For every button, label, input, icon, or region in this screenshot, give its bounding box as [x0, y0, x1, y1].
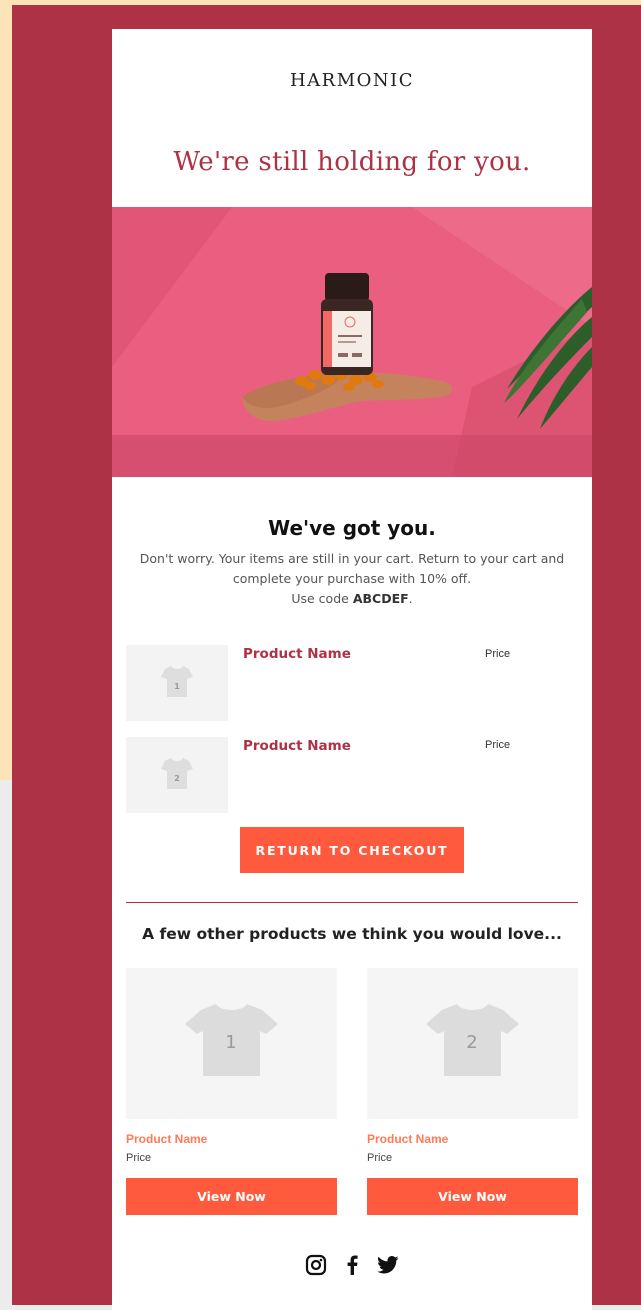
hero-hand-bottle-illustration: [112, 207, 592, 477]
code-prefix: Use code: [291, 591, 353, 606]
body-title: We've got you.: [268, 516, 436, 540]
social-links: [112, 1254, 592, 1280]
headline: We're still holding for you.: [173, 147, 531, 177]
recommendation-image[interactable]: 2: [367, 968, 578, 1119]
body-message: Don't worry. Your items are still in you…: [132, 549, 572, 609]
recommendation-image[interactable]: 1: [126, 968, 337, 1119]
code-suffix: .: [408, 591, 413, 606]
cart-item-thumbnail[interactable]: 1: [126, 645, 228, 721]
cart-item-price: Price: [485, 648, 511, 660]
view-now-button[interactable]: View Now: [367, 1178, 578, 1215]
return-to-checkout-button[interactable]: RETURN TO CHECKOUT: [240, 827, 464, 873]
tshirt-icon: 1: [161, 666, 193, 697]
hero-image: [112, 207, 592, 477]
thumbnail-number: 2: [174, 774, 180, 783]
recommendation-name[interactable]: Product Name: [126, 1132, 207, 1146]
email-background: HARMONIC We're still holding for you. We…: [12, 5, 641, 1310]
tshirt-icon: 2: [426, 1004, 519, 1076]
twitter-icon[interactable]: [377, 1256, 399, 1278]
section-divider: [126, 902, 578, 903]
discount-code: ABCDEF: [352, 591, 409, 606]
facebook-icon[interactable]: [345, 1255, 359, 1279]
email-card: HARMONIC We're still holding for you. We…: [112, 29, 592, 1310]
thumbnail-number: 2: [466, 1032, 477, 1053]
cart-item-name[interactable]: Product Name: [243, 646, 351, 662]
recommendation-price: Price: [367, 1152, 393, 1164]
tshirt-icon: 1: [185, 1004, 278, 1076]
thumbnail-number: 1: [225, 1032, 236, 1053]
page-frame-left-lower: [0, 780, 12, 1305]
recommendation-price: Price: [126, 1152, 152, 1164]
cart-item-price: Price: [485, 739, 511, 751]
recommendation-name[interactable]: Product Name: [367, 1132, 448, 1146]
body-message-text: Don't worry. Your items are still in you…: [139, 551, 565, 586]
view-now-button[interactable]: View Now: [126, 1178, 337, 1215]
cart-item-thumbnail[interactable]: 2: [126, 737, 228, 813]
tshirt-icon: 2: [161, 758, 193, 789]
page-frame-left: [0, 0, 12, 780]
instagram-icon[interactable]: [305, 1254, 327, 1280]
recommendations-title: A few other products we think you would …: [142, 925, 562, 943]
thumbnail-number: 1: [174, 682, 180, 691]
cart-item-name[interactable]: Product Name: [243, 738, 351, 754]
brand-logo: HARMONIC: [289, 70, 415, 91]
